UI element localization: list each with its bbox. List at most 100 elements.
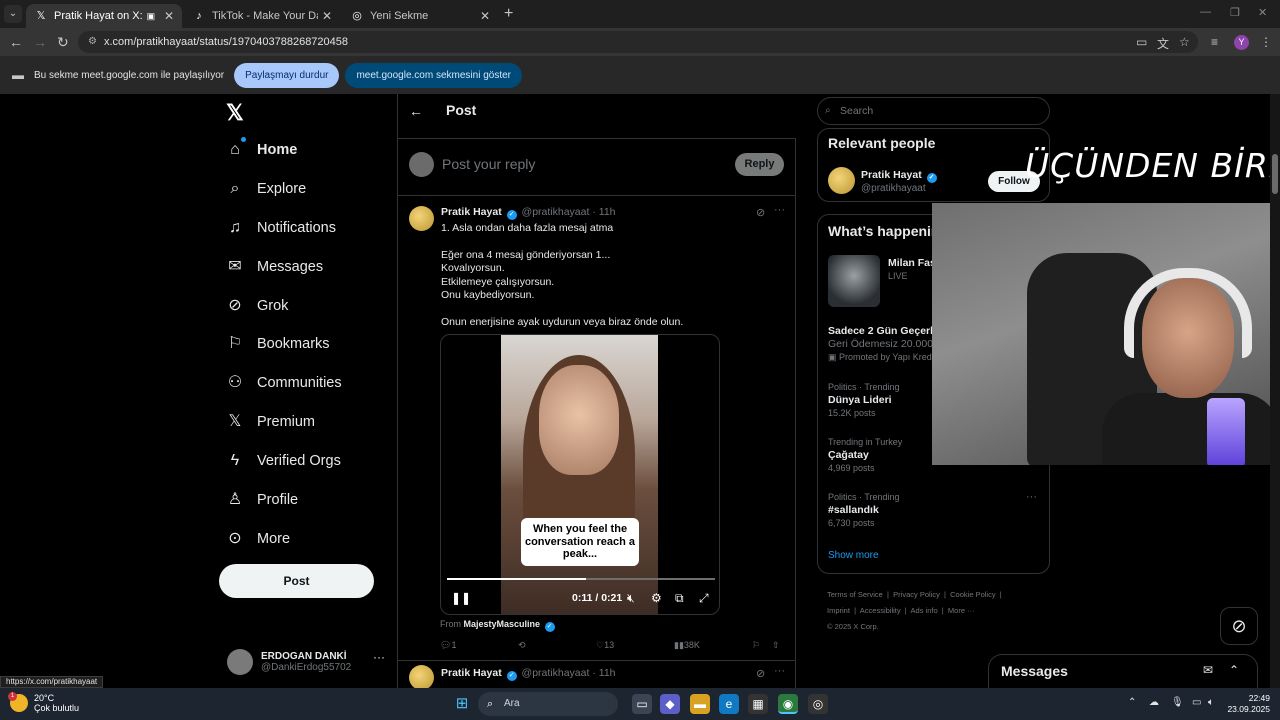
stop-sharing-button[interactable]: Paylaşmayı durdur (234, 62, 340, 88)
reload-icon[interactable]: ↻ (57, 34, 69, 51)
trend-item[interactable]: Trending in Turkey Çağatay 4,969 posts (828, 436, 902, 475)
restore-icon[interactable]: ❐ (1230, 6, 1240, 19)
tray-expand-icon[interactable]: ⌃ (1128, 697, 1136, 708)
weather-widget[interactable]: 1 20°C Çok bulutlu (8, 692, 79, 713)
edge-icon[interactable]: e (719, 694, 739, 714)
search-input[interactable]: ⌕ Search (817, 97, 1050, 125)
footer-link[interactable]: Privacy Policy (893, 590, 940, 599)
more-dots-icon[interactable]: ··· (774, 665, 785, 677)
sidebar-item-more[interactable]: ⊙ More (226, 524, 290, 554)
file-explorer-icon[interactable]: ▬ (690, 694, 710, 714)
video-source-account[interactable]: MajestyMasculine (464, 619, 541, 629)
more-dots-icon[interactable]: ··· (1026, 491, 1037, 503)
tweet-time[interactable]: 11h (599, 206, 616, 218)
site-info-icon[interactable]: ⚙ (88, 36, 97, 47)
tab-new[interactable]: ◎ Yeni Sekme ✕ (342, 4, 498, 28)
sidebar-item-messages[interactable]: ✉ Messages (226, 252, 323, 282)
sidebar-item-verified-orgs[interactable]: ϟ Verified Orgs (226, 446, 341, 476)
retweet-icon[interactable]: ⟲ (518, 640, 526, 651)
media-control-icon[interactable]: ≡ (1211, 35, 1218, 49)
star-icon[interactable]: ☆ (1179, 35, 1190, 49)
sidebar-item-home[interactable]: ⌂ Home (226, 135, 297, 165)
share-icon[interactable]: ⇧ (772, 640, 780, 651)
avatar[interactable] (409, 206, 434, 231)
sidebar-item-notifications[interactable]: ♫ Notifications (226, 213, 336, 243)
reply-input[interactable]: Post your reply (442, 156, 535, 172)
mute-icon[interactable]: 🔇︎ (627, 591, 635, 606)
more-dots-icon[interactable]: ··· (373, 650, 385, 664)
bookmark-icon[interactable]: ⚐ (752, 640, 760, 651)
sidebar-item-grok[interactable]: ⊘ Grok (226, 291, 288, 321)
settings-icon[interactable]: ⚙ (651, 591, 662, 605)
close-tab-icon[interactable]: ✕ (480, 9, 490, 23)
sidebar-item-profile[interactable]: ♙ Profile (226, 485, 298, 515)
x-logo-icon[interactable]: 𝕏 (226, 100, 244, 126)
sidebar-item-explore[interactable]: ⌕ Explore (226, 174, 307, 204)
avatar[interactable] (409, 665, 434, 688)
close-tab-icon[interactable]: ✕ (164, 9, 174, 23)
close-window-icon[interactable]: ✕ (1258, 6, 1267, 19)
footer-link[interactable]: Accessibility (860, 606, 901, 615)
trend-item[interactable]: Politics · Trending #sallandık 6,730 pos… (828, 491, 900, 530)
forward-icon[interactable]: → (33, 34, 47, 50)
back-icon[interactable]: ← (9, 34, 23, 50)
back-arrow-icon[interactable]: ← (409, 103, 423, 119)
tweet-author-handle[interactable]: @pratikhayaat (522, 206, 590, 218)
pause-icon[interactable]: ❚❚ (451, 591, 471, 605)
volume-icon[interactable]: 🔈︎ (1208, 697, 1214, 708)
expand-icon[interactable]: ⌃ (1229, 663, 1239, 677)
close-tab-icon[interactable]: ✕ (322, 9, 332, 23)
grok-floating-button[interactable]: ⊘ (1220, 607, 1258, 645)
scrollbar-thumb[interactable] (1272, 154, 1278, 194)
tab-pratik-hayat[interactable]: 𝕏 Pratik Hayat on X: "İhtiyacı ▣ ✕ (26, 4, 182, 28)
event-thumbnail[interactable] (828, 255, 880, 307)
system-clock[interactable]: 22:49 23.09.2025 (1226, 693, 1270, 715)
views-action[interactable]: ▮▮ 38K (674, 640, 700, 651)
minimize-icon[interactable]: — (1200, 6, 1211, 18)
page-scrollbar[interactable] (1270, 94, 1280, 688)
video-player[interactable]: When you feel the conversation reach a p… (440, 334, 720, 615)
app-icon[interactable]: ◎ (808, 694, 828, 714)
footer-link[interactable]: More ··· (948, 606, 975, 615)
translate-icon[interactable]: 文 (1157, 35, 1169, 52)
taskbar-search[interactable]: ⌕ Ara (478, 692, 618, 716)
messages-drawer[interactable]: Messages ✉ ⌃ (988, 654, 1258, 688)
new-message-icon[interactable]: ✉ (1203, 663, 1213, 677)
copilot-icon[interactable]: ◆ (660, 694, 680, 714)
grok-icon[interactable]: ⊘ (756, 667, 765, 680)
sidebar-item-bookmarks[interactable]: ⚐ Bookmarks (226, 329, 330, 359)
next-tweet[interactable]: Pratik Hayat ✓ @pratikhayaat · 11h ⊘ ··· (398, 660, 796, 688)
tweet-author-name[interactable]: Pratik Hayat (441, 206, 502, 218)
footer-link[interactable]: Ads info (911, 606, 938, 615)
show-meet-tab-button[interactable]: meet.google.com sekmesini göster (345, 62, 522, 88)
microphone-icon[interactable]: 🎙︎ (1171, 697, 1184, 708)
avatar[interactable] (828, 167, 855, 194)
sidebar-item-communities[interactable]: ⚇ Communities (226, 368, 342, 398)
menu-icon[interactable]: ⋮ (1260, 35, 1272, 49)
tab-tiktok[interactable]: ♪ TikTok - Make Your Day ✕ (184, 4, 340, 28)
show-more-link[interactable]: Show more (828, 550, 879, 561)
footer-link[interactable]: Cookie Policy (950, 590, 995, 599)
more-dots-icon[interactable]: ··· (774, 204, 785, 216)
network-icon[interactable]: ▭ (1192, 697, 1201, 708)
video-progress-bar[interactable] (447, 578, 715, 580)
reply-button[interactable]: Reply (735, 153, 784, 176)
address-bar[interactable]: x.com/pratikhayaat/status/19704037882687… (78, 31, 1198, 53)
windows-start-icon[interactable]: ⊞ (452, 694, 472, 714)
picture-in-picture-icon[interactable]: ⧉ (675, 591, 684, 606)
new-tab-button[interactable]: + (504, 5, 513, 23)
footer-link[interactable]: Terms of Service (827, 590, 883, 599)
footer-link[interactable]: Imprint (827, 606, 850, 615)
post-button[interactable]: Post (219, 564, 374, 598)
cast-icon[interactable]: ▭ (1136, 35, 1147, 49)
task-view-icon[interactable]: ▭ (632, 694, 652, 714)
avatar[interactable]: Y (1234, 35, 1249, 50)
person-name[interactable]: Pratik Hayat ✓ (861, 169, 939, 183)
fullscreen-icon[interactable]: ⤢ (699, 591, 709, 606)
trend-item[interactable]: Politics · Trending Dünya Lideri 15.2K p… (828, 381, 900, 420)
chrome-icon[interactable]: ◉ (778, 694, 798, 714)
store-icon[interactable]: ▦ (748, 694, 768, 714)
tab-search-button[interactable]: ⌄ (4, 5, 22, 23)
onedrive-icon[interactable]: ☁ (1149, 697, 1159, 708)
promoted-trend[interactable]: Sadece 2 Gün Geçerli Geri Ödemesiz 20.00… (828, 325, 936, 364)
